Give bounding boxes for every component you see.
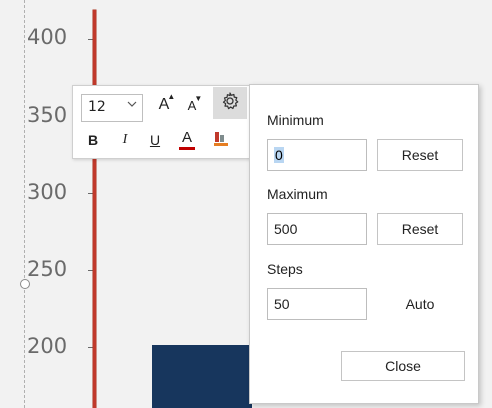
chart-bar[interactable] (152, 345, 252, 408)
format-axis-button[interactable] (213, 87, 247, 119)
underline-button[interactable]: U (143, 128, 167, 152)
y-tick-label: 300 (27, 180, 68, 204)
grow-font-icon: A ▲ (158, 92, 176, 113)
y-tick-label: 350 (27, 103, 68, 127)
close-button[interactable]: Close (341, 351, 465, 381)
y-tick-label: 400 (27, 25, 68, 49)
maximum-input[interactable]: 500 (267, 213, 367, 245)
minimum-value: 0 (274, 147, 284, 163)
minimum-reset-button[interactable]: Reset (377, 139, 463, 171)
selection-border (24, 0, 25, 408)
chevron-down-icon (126, 98, 138, 113)
axis-format-panel: Minimum 0 Reset Maximum 500 Reset Steps … (249, 84, 479, 404)
y-axis-line[interactable] (93, 10, 96, 408)
minimum-label: Minimum (267, 112, 324, 128)
mini-toolbar: 12 A ▲ A ▼ B I U A (72, 85, 252, 159)
fill-color-button[interactable] (209, 128, 233, 152)
font-color-swatch (179, 147, 195, 150)
shrink-font-button[interactable]: A ▼ (179, 91, 205, 119)
shrink-font-icon: A ▼ (187, 93, 203, 113)
y-tick-label: 250 (27, 257, 68, 281)
bold-button[interactable]: B (81, 128, 105, 152)
steps-auto-button[interactable]: Auto (377, 288, 463, 320)
fill-color-icon (212, 129, 230, 151)
steps-label: Steps (267, 261, 303, 277)
minimum-input[interactable]: 0 (267, 139, 367, 171)
gear-icon (220, 91, 240, 115)
steps-input[interactable]: 50 (267, 288, 367, 320)
maximum-label: Maximum (267, 186, 328, 202)
font-color-icon: A (181, 129, 192, 146)
y-tick-label: 200 (27, 334, 68, 358)
font-size-dropdown[interactable]: 12 (81, 94, 143, 122)
maximum-reset-button[interactable]: Reset (377, 213, 463, 245)
font-size-value: 12 (88, 99, 106, 115)
italic-button[interactable]: I (113, 128, 137, 152)
font-color-button[interactable]: A (175, 126, 199, 154)
grow-font-button[interactable]: A ▲ (151, 91, 177, 119)
